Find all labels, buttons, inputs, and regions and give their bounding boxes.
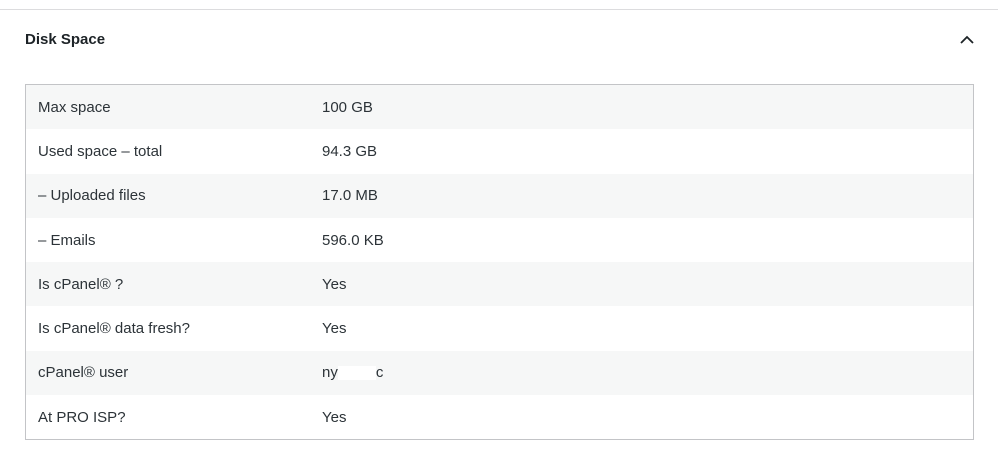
table-row: – Emails 596.0 KB: [26, 217, 973, 263]
row-label: – Emails: [38, 231, 96, 249]
row-label: Is cPanel® data fresh?: [38, 320, 190, 338]
table-row: Max space 100 GB: [26, 85, 973, 130]
panel-title: Disk Space: [25, 31, 106, 48]
row-value: Yes: [322, 275, 347, 293]
row-value: 17.0 MB: [322, 187, 378, 205]
panel-header[interactable]: Disk Space: [0, 10, 998, 73]
row-label: – Uploaded files: [38, 187, 146, 205]
row-value: Yes: [322, 408, 347, 426]
table-row: Used space – total 94.3 GB: [26, 129, 973, 174]
disk-space-table: Max space 100 GB Used space – total 94.3…: [25, 84, 974, 441]
row-label: Is cPanel® ?: [38, 275, 124, 293]
table-row: – Uploaded files 17.0 MB: [26, 173, 973, 218]
row-value: ny c: [322, 351, 973, 395]
row-label: At PRO ISP?: [38, 408, 126, 426]
row-label: Used space – total: [38, 142, 163, 160]
row-value: Yes: [322, 320, 347, 338]
table-row: At PRO ISP? Yes: [26, 395, 973, 440]
disk-space-panel: Disk Space Max space 100 GB Used space –…: [0, 9, 998, 456]
row-label: cPanel® user: [38, 364, 129, 382]
table-row: cPanel® user ny c: [26, 350, 973, 396]
row-value: 94.3 GB: [322, 142, 378, 160]
table-row: Is cPanel® data fresh? Yes: [26, 306, 973, 351]
chevron-up-icon: [954, 26, 980, 52]
row-value: 100 GB: [322, 98, 373, 116]
cpanel-user-start: ny: [322, 364, 338, 382]
cpanel-user-end: c: [375, 364, 384, 382]
redaction-block: [337, 366, 376, 381]
row-value: 596.0 KB: [322, 231, 384, 249]
table-row: Is cPanel® ? Yes: [26, 262, 973, 307]
row-label: Max space: [38, 98, 111, 116]
collapse-toggle-button[interactable]: [954, 26, 980, 52]
